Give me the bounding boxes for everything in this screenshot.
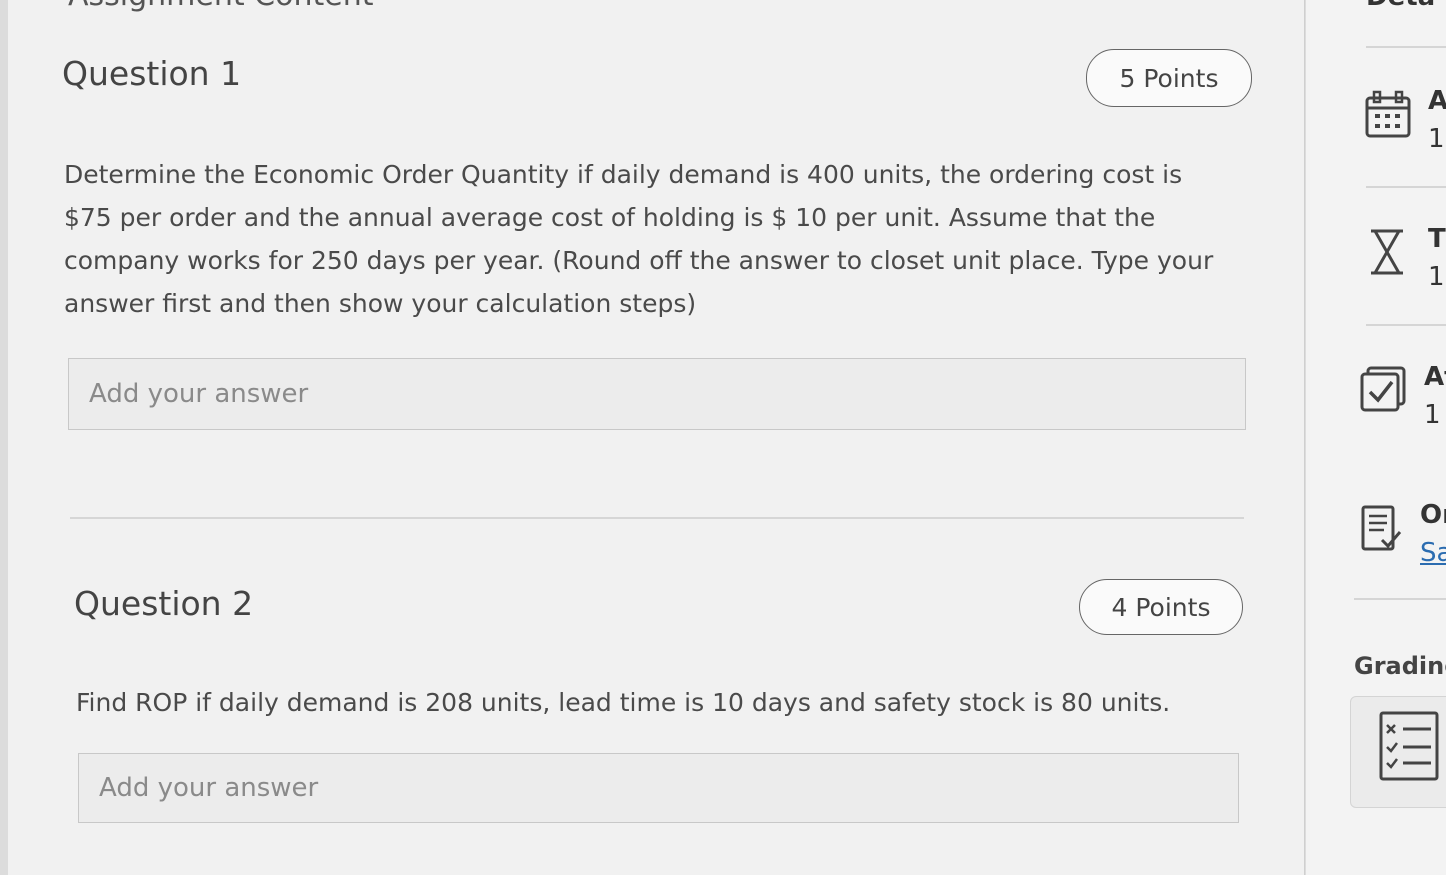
question-2-text: Find ROP if daily demand is 208 units, l… bbox=[76, 688, 1171, 717]
checklist-icon bbox=[1360, 504, 1404, 556]
details-item-4-label: Or bbox=[1420, 500, 1446, 530]
question-1-text: Determine the Economic Order Quantity if… bbox=[64, 160, 1214, 318]
details-panel: Deta A 1 Ti 1 At 1 bbox=[1306, 0, 1446, 875]
question-divider bbox=[70, 517, 1244, 519]
assignment-content-panel: Assignment Content Question 1 5 Points D… bbox=[8, 0, 1305, 875]
details-item-1-value: 1 bbox=[1428, 124, 1445, 154]
details-item-1-label: A bbox=[1428, 86, 1446, 116]
details-item-3-label: At bbox=[1424, 362, 1446, 392]
grading-label: Grading bbox=[1354, 652, 1446, 680]
details-divider bbox=[1366, 186, 1446, 188]
details-item-2-label: Ti bbox=[1428, 224, 1446, 254]
question-2-answer-input[interactable]: Add your answer bbox=[78, 753, 1239, 823]
checkbox-icon bbox=[1360, 366, 1408, 418]
details-item-2-value: 1 bbox=[1428, 262, 1445, 292]
details-divider bbox=[1366, 324, 1446, 326]
calendar-icon bbox=[1364, 90, 1412, 144]
section-title: Assignment Content bbox=[68, 0, 373, 13]
question-1-title: Question 1 bbox=[62, 54, 242, 93]
question-2-title: Question 2 bbox=[74, 584, 254, 623]
question-2-points-badge: 4 Points bbox=[1079, 579, 1243, 635]
hourglass-icon bbox=[1368, 228, 1406, 280]
details-title: Deta bbox=[1366, 0, 1435, 12]
details-item-3-value: 1 bbox=[1424, 400, 1441, 430]
details-item-4-link[interactable]: Sa bbox=[1420, 538, 1446, 568]
question-1-points-badge: 5 Points bbox=[1086, 49, 1252, 107]
rubric-icon bbox=[1373, 709, 1439, 787]
question-1-answer-input[interactable]: Add your answer bbox=[68, 358, 1246, 430]
details-divider bbox=[1366, 46, 1446, 48]
details-divider bbox=[1354, 598, 1446, 600]
grading-card[interactable] bbox=[1350, 696, 1446, 808]
